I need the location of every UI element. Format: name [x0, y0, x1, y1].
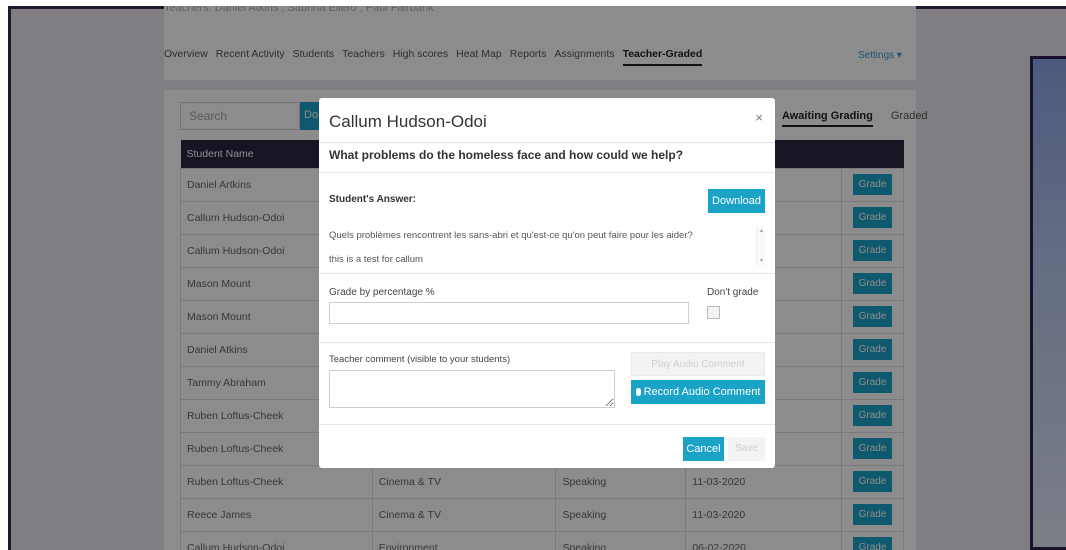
modal-title: Callum Hudson-Odoi [329, 112, 487, 131]
grading-modal: Callum Hudson-Odoi × What problems do th… [319, 98, 775, 468]
download-button[interactable]: Download [708, 189, 765, 213]
answer-label: Student's Answer: [329, 194, 417, 205]
dont-grade-label: Don't grade [707, 287, 759, 298]
dont-grade-checkbox[interactable] [707, 306, 720, 319]
cancel-button[interactable]: Cancel [683, 437, 724, 461]
question-text: What problems do the homeless face and h… [329, 148, 684, 162]
answer-box[interactable]: Quels problèmes rencontrent les sans-abr… [329, 226, 765, 266]
divider [319, 342, 775, 343]
scroll-up-icon[interactable]: ▲ [759, 228, 764, 234]
divider [319, 273, 775, 274]
divider [319, 424, 775, 425]
close-icon[interactable]: × [755, 110, 763, 125]
answer-scrollbar[interactable]: ▲ ▼ [756, 226, 765, 266]
scroll-down-icon[interactable]: ▼ [759, 258, 764, 264]
record-audio-comment-button[interactable]: Record Audio Comment [631, 380, 765, 404]
microphone-icon [635, 388, 641, 397]
record-audio-label: Record Audio Comment [643, 386, 761, 398]
answer-line: Quels problèmes rencontrent les sans-abr… [329, 230, 693, 241]
grade-percentage-label: Grade by percentage % [329, 287, 435, 298]
answer-line: this is a test for callum [329, 254, 423, 265]
save-button[interactable]: Save [728, 437, 765, 461]
divider [319, 142, 775, 143]
teacher-comment-label: Teacher comment (visible to your student… [329, 354, 511, 365]
teacher-comment-input[interactable] [329, 370, 615, 408]
grade-percentage-input[interactable] [329, 302, 689, 324]
play-audio-comment-button[interactable]: Play Audio Comment [631, 352, 765, 376]
divider [319, 172, 775, 173]
